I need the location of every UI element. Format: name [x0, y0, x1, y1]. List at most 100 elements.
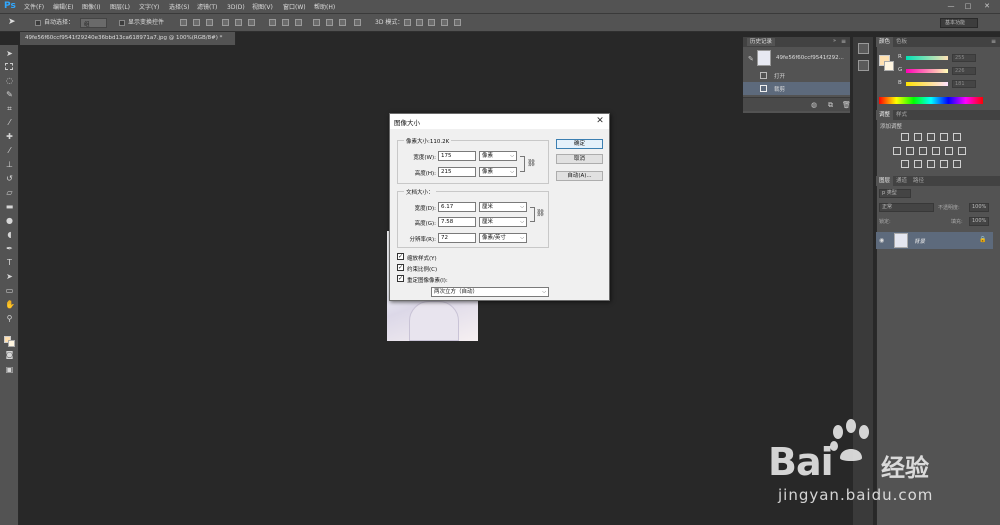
tab-channels[interactable]: 通道 — [893, 176, 910, 186]
exposure-icon[interactable] — [940, 133, 948, 141]
tab-styles[interactable]: 样式 — [893, 110, 910, 120]
history-panel-icon[interactable] — [858, 43, 869, 54]
color-g-value[interactable]: 226 — [952, 67, 976, 75]
distribute-right-icon[interactable] — [339, 19, 346, 26]
height-px-unit-select[interactable]: 像素 ⌵ — [479, 167, 517, 177]
color-b-value[interactable]: 181 — [952, 80, 976, 88]
history-tab[interactable]: 历史记录 — [747, 38, 776, 46]
background-color-icon[interactable] — [8, 340, 15, 347]
document-tab[interactable]: 49fe56f60ccf9541f29240e36bbd13ca618971a7… — [20, 32, 236, 45]
clone-stamp-tool-icon[interactable]: ⊥ — [5, 160, 14, 169]
3d-slide-icon[interactable] — [441, 19, 448, 26]
color-r-slider[interactable] — [906, 56, 948, 60]
history-item-selected[interactable]: 裁剪 — [743, 82, 850, 95]
color-spectrum[interactable] — [879, 97, 983, 104]
width-px-input[interactable]: 175 — [438, 151, 476, 161]
hue-saturation-icon[interactable] — [893, 147, 901, 155]
menu-edit[interactable]: 编辑(E) — [53, 3, 73, 12]
doc-width-unit-select[interactable]: 厘米 ⌵ — [479, 202, 527, 212]
quick-select-tool-icon[interactable]: ✎ — [5, 90, 14, 99]
auto-align-icon[interactable] — [354, 19, 361, 26]
workspace-switcher[interactable]: 基本功能 — [940, 18, 978, 28]
history-snapshot-thumbnail[interactable] — [757, 50, 771, 66]
color-b-slider[interactable] — [906, 82, 948, 86]
distribute-hcenter-icon[interactable] — [326, 19, 333, 26]
3d-pan-icon[interactable] — [428, 19, 435, 26]
color-lookup-icon[interactable] — [958, 147, 966, 155]
align-right-icon[interactable] — [248, 19, 255, 26]
pen-tool-icon[interactable]: ✒ — [5, 244, 14, 253]
channel-mixer-icon[interactable] — [945, 147, 953, 155]
distribute-vcenter-icon[interactable] — [282, 19, 289, 26]
tab-swatches[interactable]: 色板 — [893, 37, 910, 47]
menu-file[interactable]: 文件(F) — [24, 3, 44, 12]
blend-mode-select[interactable]: 正常 — [879, 203, 934, 212]
tab-paths[interactable]: 路径 — [910, 176, 927, 186]
menu-view[interactable]: 视图(V) — [252, 3, 273, 12]
scale-styles-checkbox[interactable]: ✓ — [397, 253, 404, 260]
trash-icon[interactable]: 🗑 — [842, 101, 851, 109]
tab-color[interactable]: 颜色 — [876, 37, 894, 47]
brush-tool-icon[interactable]: ⁄ — [5, 146, 14, 155]
rectangle-tool-icon[interactable]: ▭ — [5, 286, 14, 295]
color-balance-icon[interactable] — [906, 147, 914, 155]
photo-filter-icon[interactable] — [932, 147, 940, 155]
marquee-tool-icon[interactable] — [5, 63, 13, 70]
resample-method-select[interactable]: 两次立方（自动） ⌵ — [431, 287, 549, 297]
3d-roll-icon[interactable] — [416, 19, 423, 26]
opacity-input[interactable]: 100% — [969, 203, 989, 212]
menu-select[interactable]: 选择(S) — [169, 3, 190, 12]
snapshot-icon[interactable]: ◍ — [811, 101, 817, 109]
zoom-tool-icon[interactable]: ⚲ — [5, 314, 14, 323]
collapse-icon[interactable]: » — [833, 38, 836, 44]
path-select-tool-icon[interactable]: ➤ — [5, 272, 14, 281]
move-tool-icon[interactable]: ➤ — [5, 49, 14, 58]
levels-icon[interactable] — [914, 133, 922, 141]
selective-color-icon[interactable] — [940, 160, 948, 168]
cancel-button[interactable]: 取消 — [556, 154, 603, 164]
move-tool-icon[interactable]: ➤ — [8, 17, 16, 27]
menu-image[interactable]: 图像(I) — [82, 3, 100, 12]
close-app-button[interactable]: ✕ — [982, 2, 992, 11]
background-swatch[interactable] — [884, 61, 894, 71]
menu-3d[interactable]: 3D(D) — [227, 3, 245, 12]
dodge-tool-icon[interactable]: ◖ — [5, 230, 14, 239]
menu-window[interactable]: 窗口(W) — [283, 3, 306, 12]
menu-help[interactable]: 帮助(H) — [314, 3, 335, 12]
layer-name[interactable]: 背景 — [914, 237, 925, 245]
align-left-icon[interactable] — [222, 19, 229, 26]
show-transform-checkbox[interactable] — [119, 20, 125, 26]
new-document-icon[interactable]: ⧉ — [828, 101, 833, 110]
doc-height-input[interactable]: 7.58 — [438, 217, 476, 227]
height-px-input[interactable]: 215 — [438, 167, 476, 177]
distribute-bottom-icon[interactable] — [295, 19, 302, 26]
quick-mask-icon[interactable]: ◙ — [5, 350, 14, 359]
screen-mode-icon[interactable]: ▣ — [5, 365, 14, 374]
color-g-slider[interactable] — [906, 69, 948, 73]
gradient-map-icon[interactable] — [953, 160, 961, 168]
maximize-button[interactable]: □ — [963, 2, 973, 11]
constrain-proportions-checkbox[interactable]: ✓ — [397, 264, 404, 271]
3d-rotate-icon[interactable] — [404, 19, 411, 26]
width-px-unit-select[interactable]: 像素 ⌵ — [479, 151, 517, 161]
3d-scale-icon[interactable] — [454, 19, 461, 26]
menu-layer[interactable]: 图层(L) — [110, 3, 130, 12]
tab-layers[interactable]: 图层 — [876, 176, 894, 186]
type-tool-icon[interactable]: T — [5, 258, 14, 267]
lasso-tool-icon[interactable]: ◌ — [5, 76, 14, 85]
brightness-icon[interactable] — [901, 133, 909, 141]
dialog-close-button[interactable]: ✕ — [594, 115, 606, 127]
auto-select-dropdown[interactable]: 组 — [80, 18, 107, 28]
align-vcenter-icon[interactable] — [193, 19, 200, 26]
history-brush-source-icon[interactable]: ✎ — [748, 55, 754, 63]
align-hcenter-icon[interactable] — [235, 19, 242, 26]
healing-brush-tool-icon[interactable]: ✚ — [5, 132, 14, 141]
resolution-input[interactable]: 72 — [438, 233, 476, 243]
invert-icon[interactable] — [901, 160, 909, 168]
vibrance-icon[interactable] — [953, 133, 961, 141]
panel-menu-icon[interactable]: ≡ — [841, 38, 846, 45]
hand-tool-icon[interactable]: ✋ — [5, 300, 15, 309]
fill-input[interactable]: 100% — [969, 217, 989, 226]
align-top-icon[interactable] — [180, 19, 187, 26]
color-r-value[interactable]: 255 — [952, 54, 976, 62]
